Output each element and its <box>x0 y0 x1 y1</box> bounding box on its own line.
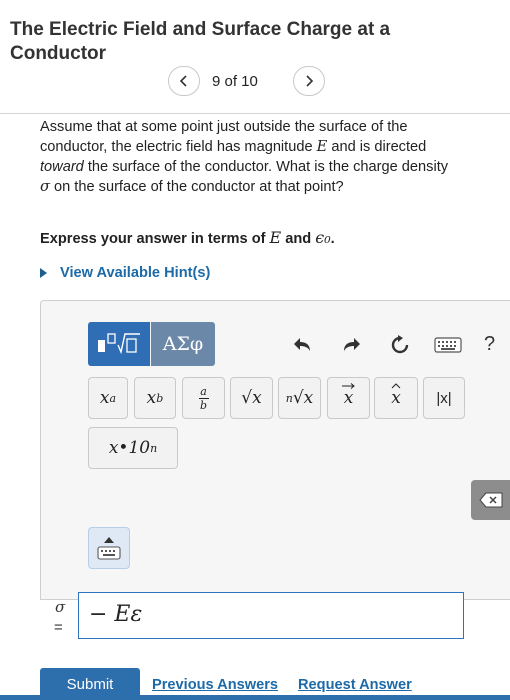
reset-icon[interactable] <box>387 333 413 357</box>
answer-variable: σ <box>55 598 66 616</box>
caret-up-icon <box>104 536 114 543</box>
chevron-right-icon <box>306 75 314 87</box>
arrow-right-icon <box>341 383 355 389</box>
next-part-button[interactable] <box>293 66 325 96</box>
nth-root-button[interactable]: n √x <box>278 377 321 419</box>
absolute-value-button[interactable]: |x| <box>423 377 465 419</box>
page-title: The Electric Field and Surface Charge at… <box>10 19 391 64</box>
keyboard-icon[interactable] <box>434 333 462 357</box>
answer-equals: = <box>54 619 63 636</box>
unit-vector-button[interactable]: x <box>374 377 418 419</box>
keyboard-icon <box>97 545 121 560</box>
hint-label: View Available Hint(s) <box>60 265 211 281</box>
vector-button[interactable]: x <box>327 377 370 419</box>
header-divider <box>0 113 510 114</box>
symbol-sigma: σ <box>40 178 50 195</box>
caret-right-icon <box>40 268 47 278</box>
chevron-left-icon <box>179 75 187 87</box>
answer-value: − Eε <box>89 602 143 627</box>
symbol-E: E <box>316 138 328 155</box>
request-answer-link[interactable]: Request Answer <box>298 677 412 693</box>
backspace-icon <box>479 492 503 508</box>
subscript-button[interactable]: xb <box>134 377 176 419</box>
redo-icon[interactable] <box>338 333 364 357</box>
bottom-strip <box>0 695 510 700</box>
answer-input[interactable]: − Eε <box>78 592 464 639</box>
help-button[interactable]: ? <box>484 333 495 356</box>
backspace-button[interactable] <box>471 480 510 520</box>
hint-toggle[interactable]: View Available Hint(s) <box>40 265 210 281</box>
pager: 9 of 10 <box>0 66 510 98</box>
templates-icon <box>98 333 140 355</box>
square-root-button[interactable]: √x <box>230 377 273 419</box>
previous-answers-link[interactable]: Previous Answers <box>152 677 278 693</box>
undo-icon[interactable] <box>290 333 316 357</box>
templates-button[interactable] <box>88 322 150 366</box>
keyboard-toggle-button[interactable] <box>88 527 130 569</box>
hat-icon <box>391 383 401 389</box>
pager-count: 9 of 10 <box>212 73 258 90</box>
scientific-notation-button[interactable]: x•10 n <box>88 427 178 469</box>
previous-part-button[interactable] <box>168 66 200 96</box>
fraction-button[interactable]: ab <box>182 377 225 419</box>
question-text: Assume that at some point just outside t… <box>40 119 449 195</box>
answer-instruction: Express your answer in terms of E and ϵ₀… <box>40 228 335 247</box>
greek-symbols-button[interactable]: ΑΣφ <box>151 322 215 366</box>
superscript-button[interactable]: xa <box>88 377 128 419</box>
